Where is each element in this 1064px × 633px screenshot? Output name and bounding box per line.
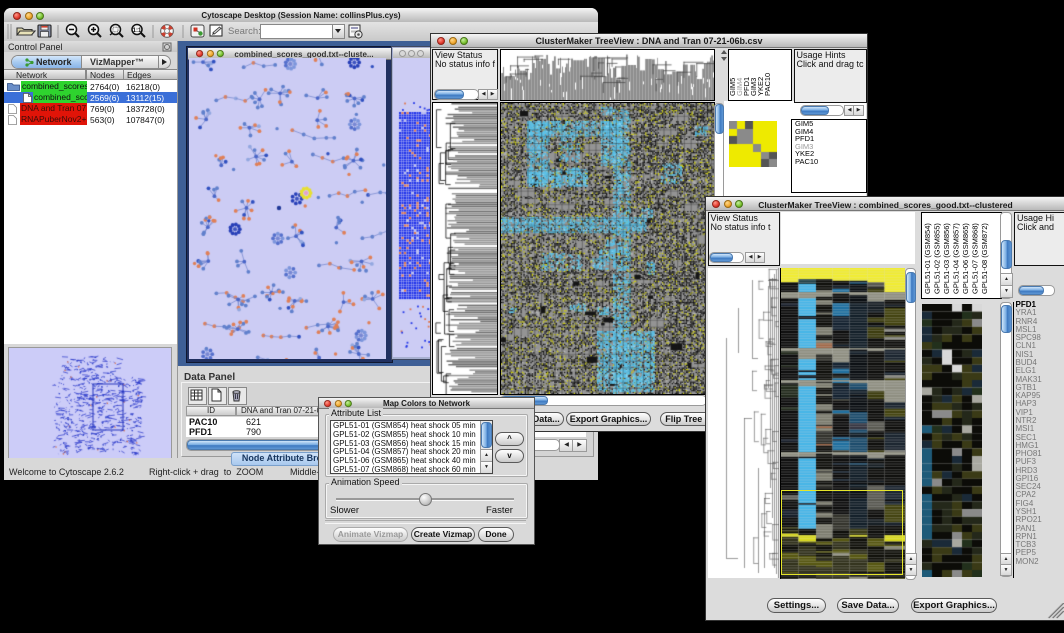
svg-text:GPL51-08 (GSM872): GPL51-08 (GSM872): [980, 223, 989, 294]
svg-text:1:1: 1:1: [133, 28, 142, 34]
svg-text:GPL51-03 (GSM856): GPL51-03 (GSM856): [942, 223, 951, 294]
svg-text:GPL51-01 (GSM854): GPL51-01 (GSM854): [923, 223, 932, 294]
svg-text:GPL51-06 (GSM865): GPL51-06 (GSM865): [961, 223, 970, 294]
svg-text:PAC10: PAC10: [763, 73, 772, 96]
svg-text:GPL51-07 (GSM868): GPL51-07 (GSM868): [970, 223, 979, 294]
svg-text:GPL51-04 (GSM857): GPL51-04 (GSM857): [951, 223, 960, 294]
svg-text:GPL51-02 (GSM855): GPL51-02 (GSM855): [932, 223, 941, 294]
